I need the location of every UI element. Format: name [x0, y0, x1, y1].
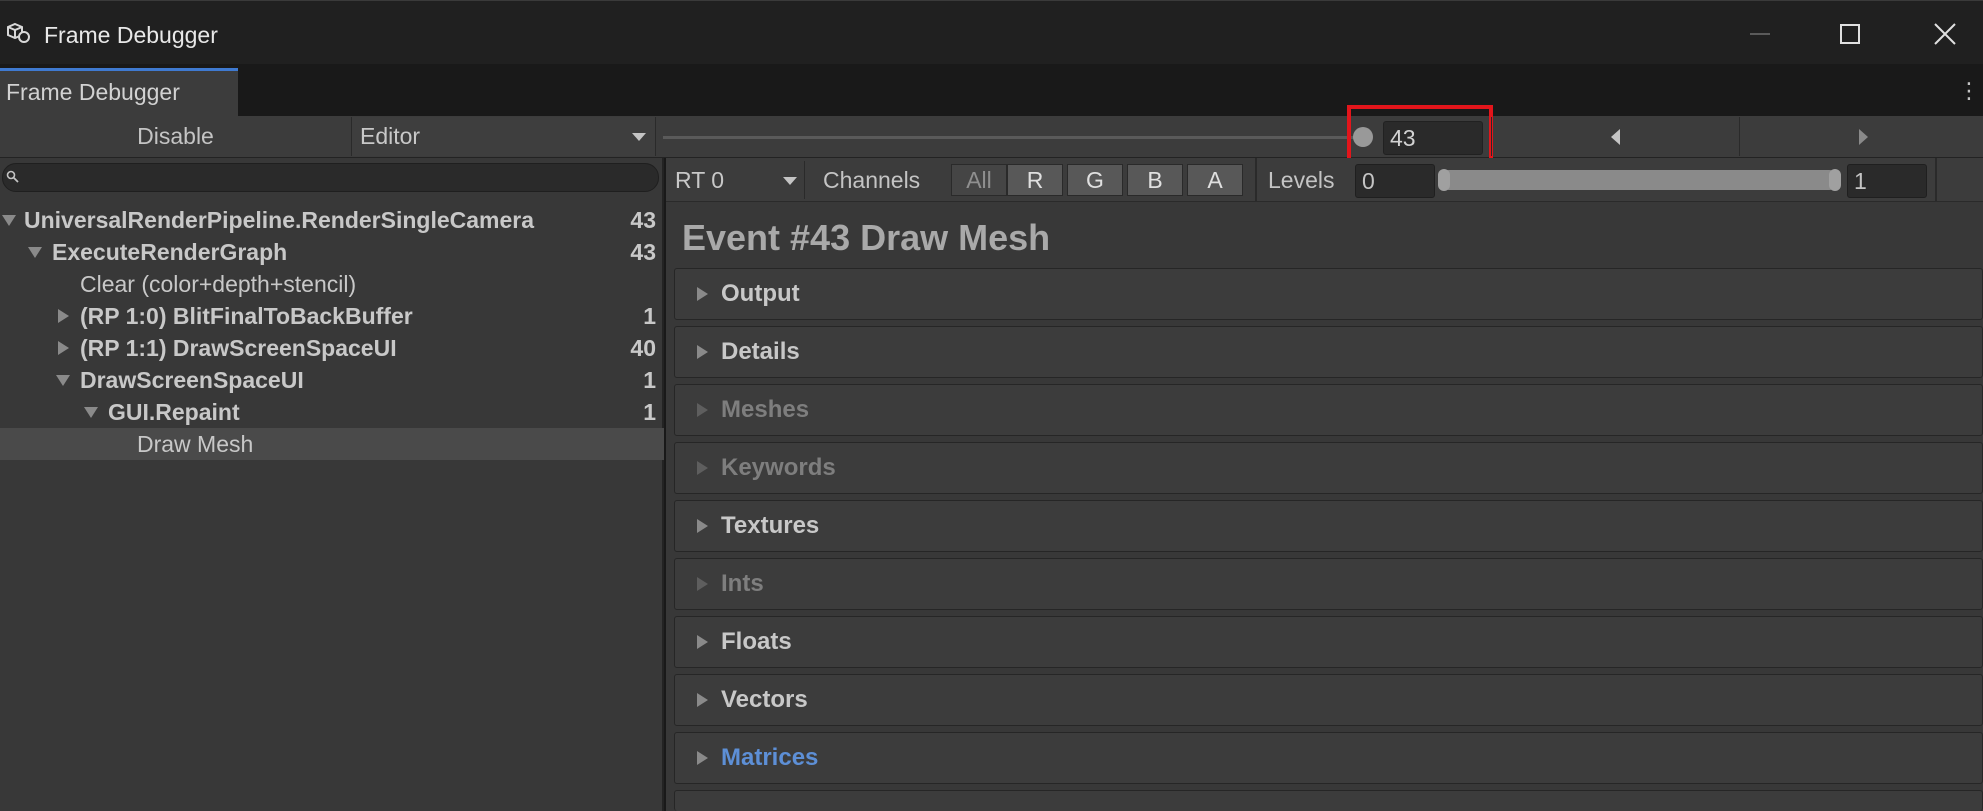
- search-input[interactable]: [2, 163, 659, 192]
- disable-button[interactable]: Disable: [0, 117, 352, 156]
- close-button[interactable]: [1915, 14, 1975, 54]
- channel-b-button[interactable]: B: [1127, 164, 1183, 196]
- event-slider-track[interactable]: [663, 136, 1363, 139]
- tree-item[interactable]: ExecuteRenderGraph 43: [0, 236, 664, 268]
- tab-label: Frame Debugger: [6, 79, 180, 105]
- title-bar: [0, 0, 1983, 64]
- target-dropdown[interactable]: Editor: [352, 117, 656, 156]
- section-textures[interactable]: Textures: [674, 500, 1983, 552]
- tree-item[interactable]: (RP 1:1) DrawScreenSpaceUI 40: [0, 332, 664, 364]
- expand-right-icon: [697, 287, 708, 301]
- triangle-right-icon: [1859, 128, 1868, 145]
- tree-item[interactable]: GUI.Repaint 1: [0, 396, 664, 428]
- channels-label: Channels: [823, 167, 921, 193]
- channel-g-button[interactable]: G: [1067, 164, 1123, 196]
- expand-down-icon[interactable]: [2, 215, 16, 226]
- toolbar-divider: [1255, 158, 1257, 202]
- tree-item-selected[interactable]: Draw Mesh: [0, 428, 664, 460]
- expand-right-icon[interactable]: [58, 309, 69, 323]
- tree-item[interactable]: (RP 1:0) BlitFinalToBackBuffer 1: [0, 300, 664, 332]
- expand-right-icon: [697, 461, 708, 475]
- levels-min-handle[interactable]: [1438, 169, 1450, 191]
- unity-cube-icon: [6, 22, 30, 44]
- expand-right-icon: [697, 635, 708, 649]
- window-title: Frame Debugger: [44, 22, 218, 48]
- expand-right-icon: [697, 345, 708, 359]
- close-icon: [1934, 23, 1956, 45]
- expand-down-icon[interactable]: [56, 375, 70, 386]
- chevron-down-icon: [783, 177, 797, 185]
- tree-item[interactable]: UniversalRenderPipeline.RenderSingleCame…: [0, 204, 664, 236]
- tab-strip: [0, 64, 1983, 116]
- previous-event-button[interactable]: [1491, 117, 1739, 156]
- expand-right-icon: [697, 519, 708, 533]
- levels-max-input[interactable]: 1: [1847, 164, 1927, 198]
- expand-right-icon: [697, 693, 708, 707]
- section-ints[interactable]: Ints: [674, 558, 1983, 610]
- section-output[interactable]: Output: [674, 268, 1983, 320]
- event-title: Event #43 Draw Mesh: [682, 217, 1051, 258]
- expand-down-icon[interactable]: [28, 247, 42, 258]
- channel-a-button[interactable]: A: [1187, 164, 1243, 196]
- tree-item[interactable]: DrawScreenSpaceUI 1: [0, 364, 664, 396]
- expand-right-icon: [697, 751, 708, 765]
- levels-max-handle[interactable]: [1829, 169, 1841, 191]
- minimize-button[interactable]: [1730, 14, 1790, 54]
- expand-right-icon: [697, 577, 708, 591]
- section-vectors[interactable]: Vectors: [674, 674, 1983, 726]
- toolbar-divider: [1935, 158, 1937, 202]
- maximize-icon: [1840, 24, 1860, 44]
- render-target-value: RT 0: [675, 167, 725, 193]
- next-event-button[interactable]: [1739, 117, 1983, 156]
- section-meshes[interactable]: Meshes: [674, 384, 1983, 436]
- more-options-icon[interactable]: ⋮: [1958, 79, 1980, 103]
- triangle-left-icon: [1611, 128, 1620, 145]
- levels-label: Levels: [1268, 167, 1335, 193]
- target-dropdown-value: Editor: [360, 123, 421, 149]
- section-details[interactable]: Details: [674, 326, 1983, 378]
- levels-min-input[interactable]: 0: [1355, 164, 1435, 198]
- search-icon: [6, 170, 20, 184]
- section-matrices[interactable]: Matrices: [674, 732, 1983, 784]
- maximize-button[interactable]: [1820, 14, 1880, 54]
- minimize-icon: [1750, 33, 1770, 35]
- chevron-down-icon: [632, 133, 646, 141]
- expand-right-icon[interactable]: [58, 341, 69, 355]
- expand-down-icon[interactable]: [84, 407, 98, 418]
- tree-item[interactable]: Clear (color+depth+stencil): [0, 268, 664, 300]
- section-keywords[interactable]: Keywords: [674, 442, 1983, 494]
- expand-right-icon: [697, 403, 708, 417]
- channel-all-button[interactable]: All: [951, 164, 1007, 196]
- section-floats[interactable]: Floats: [674, 616, 1983, 668]
- levels-range-slider[interactable]: [1440, 170, 1838, 190]
- section-partial[interactable]: [674, 790, 1983, 811]
- channel-r-button[interactable]: R: [1007, 164, 1063, 196]
